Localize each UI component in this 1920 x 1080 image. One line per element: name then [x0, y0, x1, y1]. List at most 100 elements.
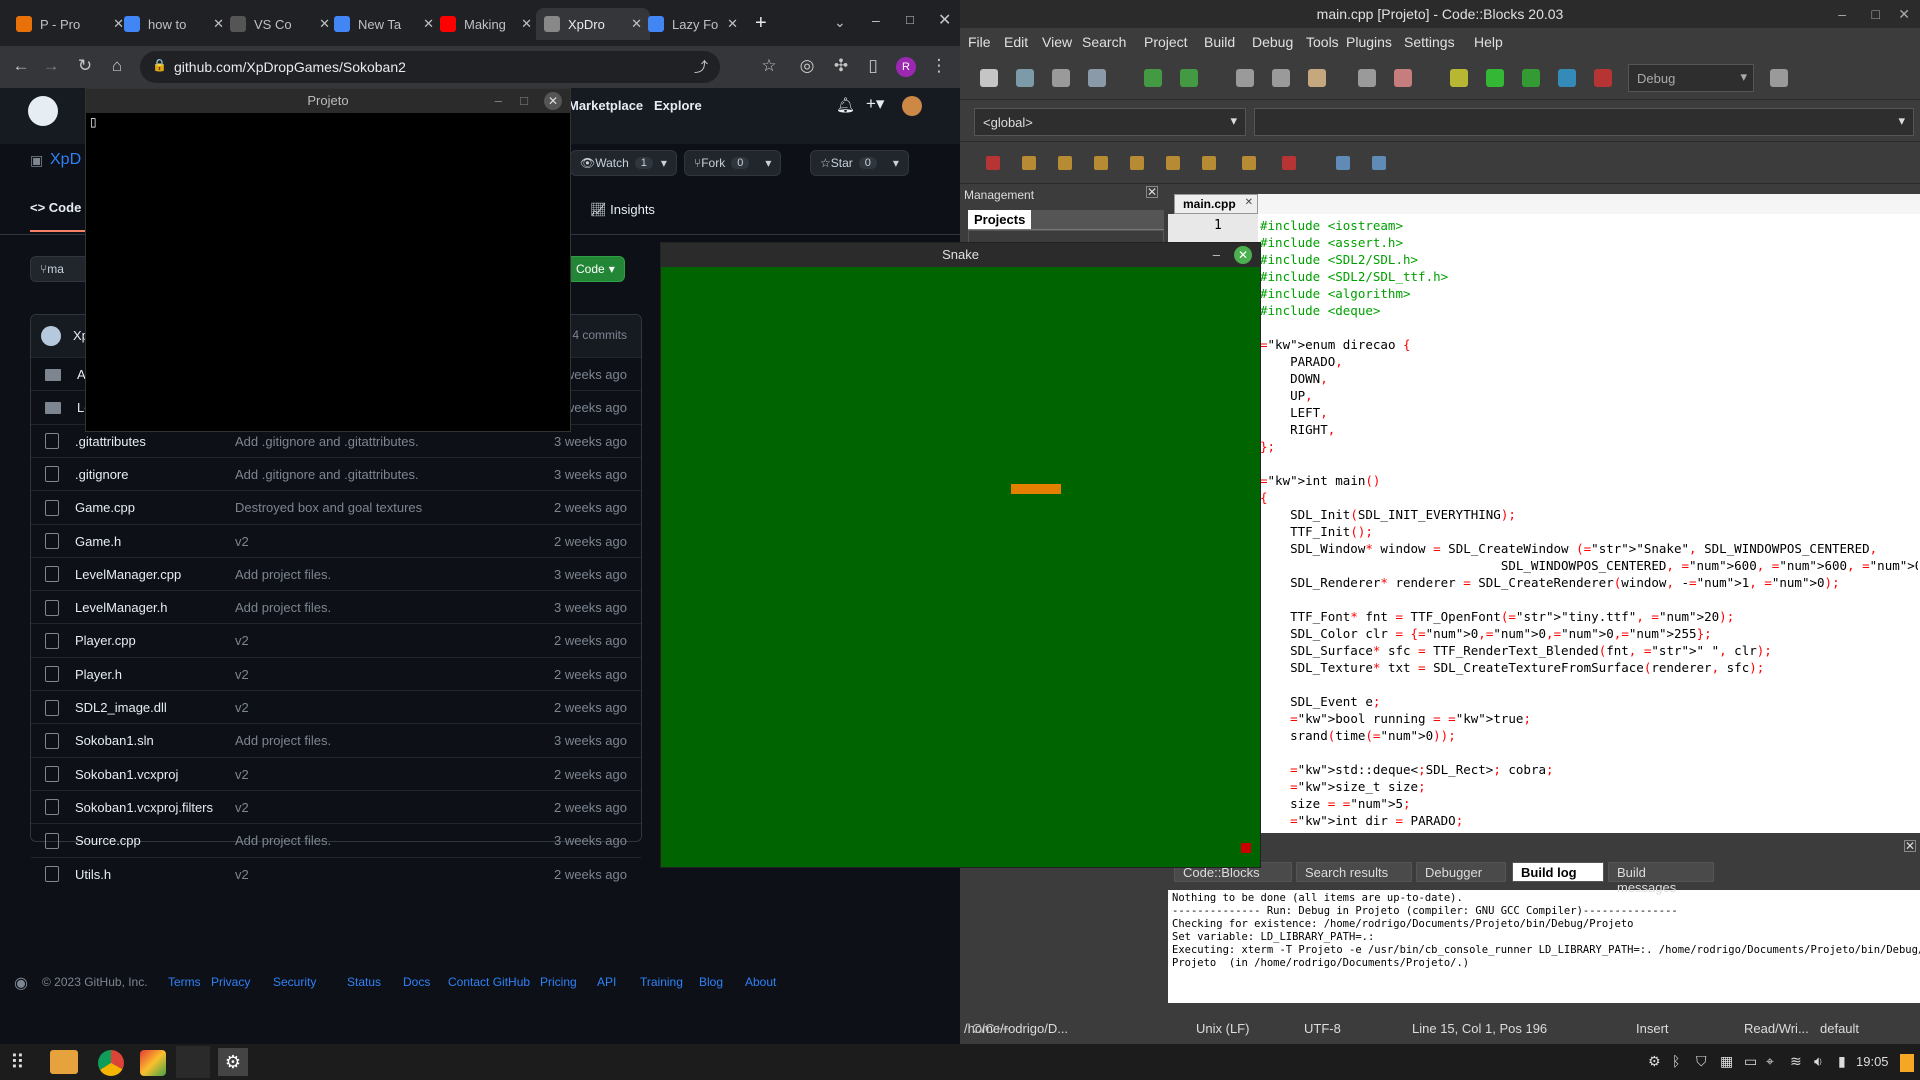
- close-tab-icon[interactable]: ✕: [727, 16, 738, 32]
- logs-tab[interactable]: Debugger: [1416, 862, 1506, 882]
- gamepad-icon[interactable]: ▦: [1720, 1053, 1733, 1070]
- file-name[interactable]: .gitignore: [75, 467, 235, 482]
- bookmark-star-icon[interactable]: ☆: [758, 56, 780, 76]
- footer-link[interactable]: Pricing: [540, 975, 577, 989]
- build-run-icon[interactable]: [1522, 69, 1540, 87]
- run-icon[interactable]: [1486, 69, 1504, 87]
- copy-icon[interactable]: [1272, 69, 1290, 87]
- browser-tab[interactable]: XpDro ✕: [536, 8, 650, 40]
- menu-edit[interactable]: Edit: [1004, 34, 1028, 50]
- codeblocks-icon[interactable]: [140, 1050, 166, 1076]
- browser-tab[interactable]: P - Pro ✕: [8, 8, 132, 40]
- app-grid-icon[interactable]: ⠿: [10, 1050, 25, 1075]
- address-bar[interactable]: 🔒 github.com/XpDropGames/Sokoban2 ⤴: [140, 51, 720, 83]
- menu-search[interactable]: Search: [1082, 34, 1126, 50]
- star-button[interactable]: ☆ Star 0 ▾: [810, 150, 909, 176]
- commit-count[interactable]: 4 commits: [572, 328, 627, 342]
- next-line-icon[interactable]: [1058, 156, 1072, 170]
- close-icon[interactable]: ✕: [1898, 0, 1910, 28]
- footer-link[interactable]: API: [597, 975, 616, 989]
- github-logo-icon[interactable]: [28, 96, 58, 126]
- file-row[interactable]: LevelManager.cpp Add project files. 3 week…: [31, 556, 641, 591]
- menu-project[interactable]: Project: [1144, 34, 1188, 50]
- branch-selector[interactable]: ⑂ ma: [30, 256, 90, 282]
- commit-message[interactable]: v2: [235, 700, 535, 715]
- drive-icon[interactable]: ▭: [1744, 1053, 1757, 1070]
- file-name[interactable]: Game.h: [75, 534, 235, 549]
- file-row[interactable]: SDL2_image.dll v2 2 weeks ago: [31, 690, 641, 724]
- maximize-icon[interactable]: □: [1872, 0, 1880, 28]
- file-row[interactable]: LevelManager.h Add project files. 3 weeks …: [31, 590, 641, 624]
- file-name[interactable]: Player.cpp: [75, 633, 235, 648]
- snake-game-window[interactable]: Snake – ✕: [660, 242, 1261, 868]
- terminal-app-icon[interactable]: [176, 1046, 210, 1078]
- file-row[interactable]: Source.cpp Add project files. 3 weeks ago: [31, 823, 641, 857]
- step-instruction-icon[interactable]: [1202, 156, 1216, 170]
- rebuild-icon[interactable]: [1558, 69, 1576, 87]
- code-editor[interactable]: 1 #include <iostream> #include <assert.h>…: [1168, 214, 1920, 833]
- battery-icon[interactable]: ▮: [1838, 1053, 1846, 1070]
- menu-file[interactable]: File: [968, 34, 991, 50]
- find-icon[interactable]: [1358, 69, 1376, 87]
- file-name[interactable]: Sokoban1.vcxproj: [75, 767, 235, 782]
- game-field[interactable]: [661, 267, 1260, 867]
- minimize-icon[interactable]: –: [1213, 243, 1220, 267]
- close-window-icon[interactable]: ✕: [938, 10, 951, 30]
- puzzle-icon[interactable]: ✣: [830, 56, 852, 76]
- commit-message[interactable]: v2: [235, 767, 535, 782]
- break-icon[interactable]: [1242, 156, 1256, 170]
- location-icon[interactable]: ⌖: [1766, 1053, 1774, 1070]
- footer-link[interactable]: Docs: [403, 975, 430, 989]
- footer-link[interactable]: Contact GitHub: [448, 975, 530, 989]
- new-file-icon[interactable]: [980, 69, 998, 87]
- tray-settings-icon[interactable]: ⚙: [1648, 1053, 1661, 1070]
- footer-link[interactable]: About: [745, 975, 776, 989]
- menu-help[interactable]: Help: [1474, 34, 1503, 50]
- settings-icon[interactable]: [1770, 69, 1788, 87]
- footer-link[interactable]: Privacy: [211, 975, 250, 989]
- footer-link[interactable]: Security: [273, 975, 316, 989]
- logs-tab[interactable]: Search results: [1296, 862, 1412, 882]
- commit-message[interactable]: Add .gitignore and .gitattributes.: [235, 434, 535, 449]
- build-icon[interactable]: [1450, 69, 1468, 87]
- menu-build[interactable]: Build: [1204, 34, 1235, 50]
- footer-link[interactable]: Blog: [699, 975, 723, 989]
- shield-icon[interactable]: ⛉: [1696, 1053, 1707, 1070]
- code-text[interactable]: #include <iostream> #include <assert.h> #i…: [1260, 217, 1918, 833]
- commit-message[interactable]: Add project files.: [235, 600, 535, 615]
- file-name[interactable]: Sokoban1.sln: [75, 733, 235, 748]
- commit-message[interactable]: v2: [235, 867, 535, 882]
- menu-debug[interactable]: Debug: [1252, 34, 1293, 50]
- menu-settings[interactable]: Settings: [1404, 34, 1455, 50]
- stop-debugger-icon[interactable]: [1282, 156, 1296, 170]
- commit-message[interactable]: Add .gitignore and .gitattributes.: [235, 467, 535, 482]
- file-name[interactable]: LevelManager.h: [75, 600, 235, 615]
- save-all-icon[interactable]: [1088, 69, 1106, 87]
- file-row[interactable]: Utils.h v2 2 weeks ago: [31, 856, 641, 891]
- close-panel-icon[interactable]: ✕: [1146, 186, 1158, 198]
- create-new-icon[interactable]: +▾: [866, 94, 884, 114]
- commit-message[interactable]: Add project files.: [235, 833, 535, 848]
- file-name[interactable]: SDL2_image.dll: [75, 700, 235, 715]
- file-row[interactable]: Game.cpp Destroyed box and goal textures 2…: [31, 490, 641, 524]
- logs-tab[interactable]: Build messages: [1608, 862, 1714, 895]
- file-name[interactable]: Source.cpp: [75, 833, 235, 848]
- commit-message[interactable]: Destroyed box and goal textures: [235, 500, 535, 515]
- file-name[interactable]: Player.h: [75, 667, 235, 682]
- browser-tab[interactable]: New Ta ✕: [326, 8, 442, 40]
- chrome-icon[interactable]: [98, 1050, 124, 1076]
- close-icon[interactable]: ✕: [544, 92, 562, 110]
- profile-avatar[interactable]: R: [896, 57, 916, 77]
- home-icon[interactable]: ⌂: [106, 56, 128, 76]
- abort-icon[interactable]: [1594, 69, 1612, 87]
- file-name[interactable]: LevelManager.cpp: [75, 567, 235, 582]
- file-row[interactable]: Sokoban1.vcxproj.filters v2 2 weeks ago: [31, 789, 641, 824]
- extension-icon[interactable]: ◎: [796, 56, 818, 76]
- info-icon[interactable]: [1372, 156, 1386, 170]
- projeto-terminal-window[interactable]: Projeto – □ ✕ ▯: [85, 88, 571, 432]
- scope-select[interactable]: <global> ▾: [974, 108, 1246, 136]
- tab-projects[interactable]: Projects: [968, 210, 1032, 229]
- snake-titlebar[interactable]: Snake – ✕: [661, 243, 1260, 267]
- nav-marketplace[interactable]: Marketplace: [568, 98, 643, 113]
- debug-windows-icon[interactable]: [1336, 156, 1350, 170]
